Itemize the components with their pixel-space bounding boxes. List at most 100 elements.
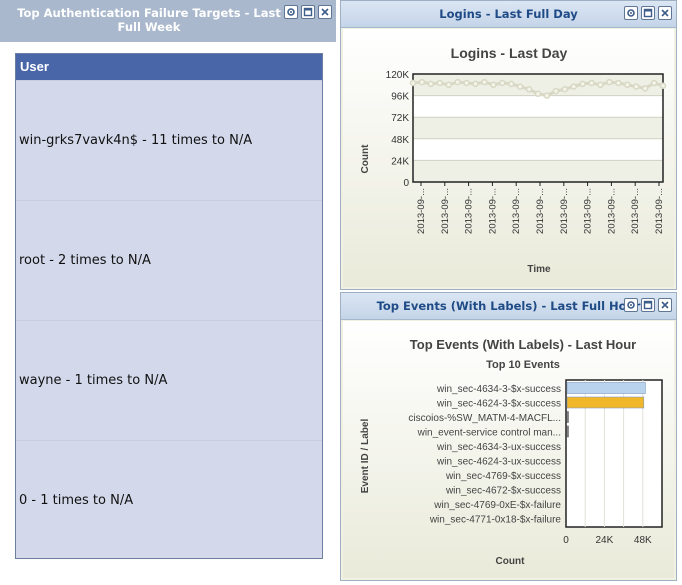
grid-band: [413, 138, 663, 161]
category-label: win_sec-4624-3-$x-success: [436, 399, 561, 410]
chart-subtitle: Top 10 Events: [486, 359, 560, 371]
data-point[interactable]: [436, 79, 444, 87]
data-point[interactable]: [534, 90, 542, 98]
data-point[interactable]: [481, 78, 488, 86]
category-label: win_sec-4769-0xE-$x-failure: [433, 500, 561, 511]
bar[interactable]: [566, 411, 569, 423]
category-label: win_event-service control man...: [417, 428, 561, 439]
x-tick-label: 2013-09-...: [511, 188, 522, 234]
data-point[interactable]: [507, 80, 515, 88]
x-tick-label: 48K: [634, 535, 652, 546]
data-point[interactable]: [409, 79, 417, 87]
x-tick-label: 2013-09-...: [416, 188, 427, 234]
data-point[interactable]: [624, 81, 631, 89]
auth-failure-widget: Top Authentication Failure Targets - Las…: [0, 0, 336, 585]
table-cell: win-grks7vavk4n$ - 11 times to N/A: [19, 133, 253, 148]
close-icon[interactable]: [658, 6, 672, 20]
maximize-icon[interactable]: [301, 5, 315, 19]
category-label: win_sec-4634-3-ux-success: [436, 442, 561, 453]
close-icon[interactable]: [658, 298, 672, 312]
data-point[interactable]: [570, 83, 577, 90]
y-tick-label: 96K: [391, 92, 409, 103]
data-point[interactable]: [543, 92, 551, 99]
data-point[interactable]: [579, 80, 586, 88]
data-point[interactable]: [472, 80, 479, 88]
data-point[interactable]: [650, 79, 658, 87]
widget-title: Top Authentication Failure Targets - Las…: [17, 6, 281, 34]
settings-icon[interactable]: [624, 298, 638, 312]
chart-title: Top Events (With Labels) - Last Hour: [410, 337, 636, 352]
table-row[interactable]: 0 - 1 times to N/A: [16, 440, 322, 560]
data-point[interactable]: [516, 83, 524, 90]
data-point[interactable]: [552, 87, 560, 95]
x-axis-label: Time: [527, 264, 551, 275]
widget-titlebar[interactable]: Top Authentication Failure Targets - Las…: [0, 0, 336, 42]
data-point[interactable]: [454, 78, 461, 86]
data-point[interactable]: [615, 79, 622, 87]
table-cell: 0 - 1 times to N/A: [19, 493, 134, 508]
data-point[interactable]: [499, 79, 506, 87]
table-row[interactable]: root - 2 times to N/A: [16, 200, 322, 320]
data-point[interactable]: [445, 81, 452, 89]
widget-titlebar[interactable]: Logins - Last Full Day: [341, 1, 676, 28]
events-bar-chart: Top Events (With Labels) - Last Hour Top…: [360, 337, 663, 567]
data-point[interactable]: [418, 78, 426, 86]
x-tick-label: 2013-09-...: [464, 188, 475, 234]
x-tick-label: 2013-09-...: [654, 188, 665, 234]
data-point[interactable]: [427, 80, 435, 88]
data-point[interactable]: [525, 86, 533, 93]
x-tick-label: 2013-09-...: [487, 188, 498, 234]
y-axis-label: Event ID / Label: [360, 419, 371, 494]
table-row[interactable]: wayne - 1 times to N/A: [16, 320, 322, 440]
x-tick-label: 0: [563, 535, 569, 546]
logins-chart: Logins - Last Day 120K 96K 72K 48K 24K 0 2013-…: [343, 29, 674, 287]
category-label: win_sec-4624-3-ux-success: [436, 457, 561, 468]
x-tick-label: 2013-09-...: [559, 188, 570, 234]
data-point[interactable]: [641, 85, 649, 92]
data-point[interactable]: [632, 83, 640, 90]
x-tick-label: 2013-09-...: [630, 188, 641, 234]
logins-line-chart: Logins - Last Day 120K 96K 72K 48K 24K 0 2013-…: [360, 45, 667, 275]
maximize-icon[interactable]: [641, 6, 655, 20]
bar[interactable]: [566, 382, 646, 394]
data-point[interactable]: [588, 79, 595, 87]
x-tick-label: 24K: [596, 535, 614, 546]
user-table: User win-grks7vavk4n$ - 11 times to N/A …: [15, 53, 323, 559]
x-axis-label: Count: [496, 556, 526, 567]
widget-titlebar[interactable]: Top Events (With Labels) - Last Full Hou…: [341, 293, 676, 320]
y-tick-label: 48K: [391, 135, 409, 146]
bar[interactable]: [566, 425, 569, 438]
widget-controls: [624, 6, 672, 20]
table-row[interactable]: win-grks7vavk4n$ - 11 times to N/A: [16, 80, 322, 200]
grid-band: [413, 160, 663, 182]
x-tick-label: 2013-09-...: [535, 188, 546, 234]
data-point[interactable]: [659, 82, 667, 89]
table-cell: wayne - 1 times to N/A: [19, 373, 168, 388]
grid-band: [413, 95, 663, 118]
settings-icon[interactable]: [624, 6, 638, 20]
data-point[interactable]: [490, 81, 497, 89]
data-point[interactable]: [463, 79, 470, 87]
widget-controls: [624, 298, 672, 312]
table-header-user: User: [16, 54, 322, 80]
y-tick-label: 0: [403, 178, 409, 189]
y-tick-label: 72K: [391, 113, 409, 124]
category-label: win_sec-4769-$x-success: [445, 471, 561, 482]
settings-icon[interactable]: [284, 5, 298, 19]
category-label: win_sec-4771-0x18-$x-failure: [429, 515, 562, 526]
maximize-icon[interactable]: [641, 298, 655, 312]
category-label: win_sec-4634-3-$x-success: [436, 384, 561, 395]
category-label: win_sec-4672-$x-success: [445, 486, 561, 497]
x-tick-label: 2013-09-...: [440, 188, 451, 234]
grid-band: [413, 117, 663, 139]
y-axis-label: Count: [360, 144, 371, 174]
y-tick-label: 120K: [386, 70, 410, 81]
data-point[interactable]: [561, 86, 569, 93]
events-widget: Top Events (With Labels) - Last Full Hou…: [340, 292, 677, 581]
bar[interactable]: [566, 396, 645, 409]
data-point[interactable]: [606, 78, 613, 86]
table-cell: root - 2 times to N/A: [19, 253, 151, 268]
close-icon[interactable]: [318, 5, 332, 19]
data-point[interactable]: [597, 81, 604, 89]
y-tick-label: 24K: [391, 156, 409, 167]
